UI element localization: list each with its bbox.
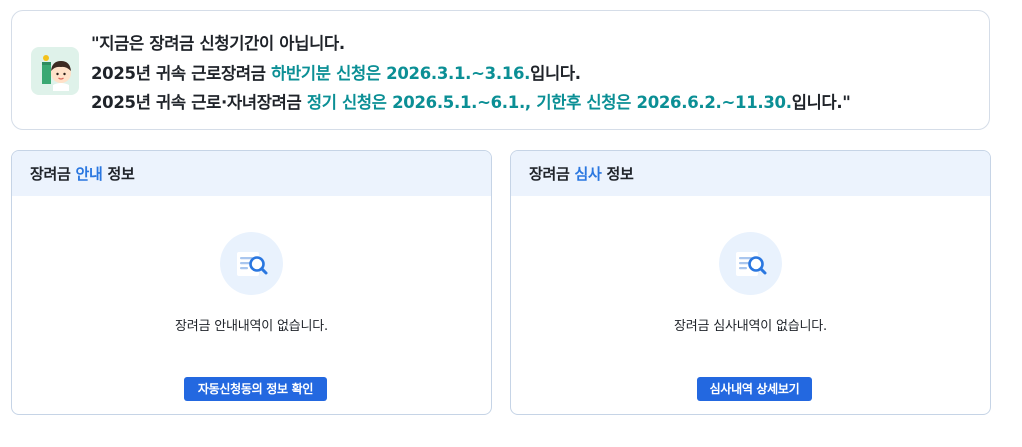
review-details-button[interactable]: 심사내역 상세보기 [697, 377, 812, 401]
notice-line-2: 2025년 귀속 근로장려금 하반기분 신청은 2026.3.1.~3.16.입… [91, 63, 581, 83]
notice-banner: "지금은 장려금 신청기간이 아닙니다. 2025년 귀속 근로장려금 하반기분… [11, 10, 990, 130]
notice-highlight-3: 정기 신청은 2026.5.1.~6.1., 기한후 신청은 2026.6.2.… [306, 93, 792, 112]
notice-message: "지금은 장려금 신청기간이 아닙니다. 2025년 귀속 근로장려금 하반기분… [91, 29, 851, 118]
notice-line-1: "지금은 장려금 신청기간이 아닙니다. [91, 34, 345, 53]
notice-highlight-2: 하반기분 신청은 2026.3.1.~3.16. [271, 63, 531, 83]
notice-line-3: 2025년 귀속 근로·자녀장려금 정기 신청은 2026.5.1.~6.1.,… [91, 93, 851, 112]
guide-info-panel: 장려금 안내 정보 장려금 안내내역이 없습니다. 자동신청동의 정보 확인 [11, 150, 492, 415]
document-search-icon [719, 232, 782, 295]
auto-apply-consent-button[interactable]: 자동신청동의 정보 확인 [184, 377, 327, 401]
guide-empty-message: 장려금 안내내역이 없습니다. [175, 319, 328, 334]
review-panel-title: 장려금 심사 정보 [511, 151, 990, 196]
document-search-icon [220, 232, 283, 295]
review-info-panel: 장려금 심사 정보 장려금 심사내역이 없습니다. 심사내역 상세보기 [510, 150, 991, 415]
guide-panel-title: 장려금 안내 정보 [12, 151, 491, 196]
child-character-icon [31, 47, 79, 95]
review-empty-message: 장려금 심사내역이 없습니다. [674, 319, 827, 334]
